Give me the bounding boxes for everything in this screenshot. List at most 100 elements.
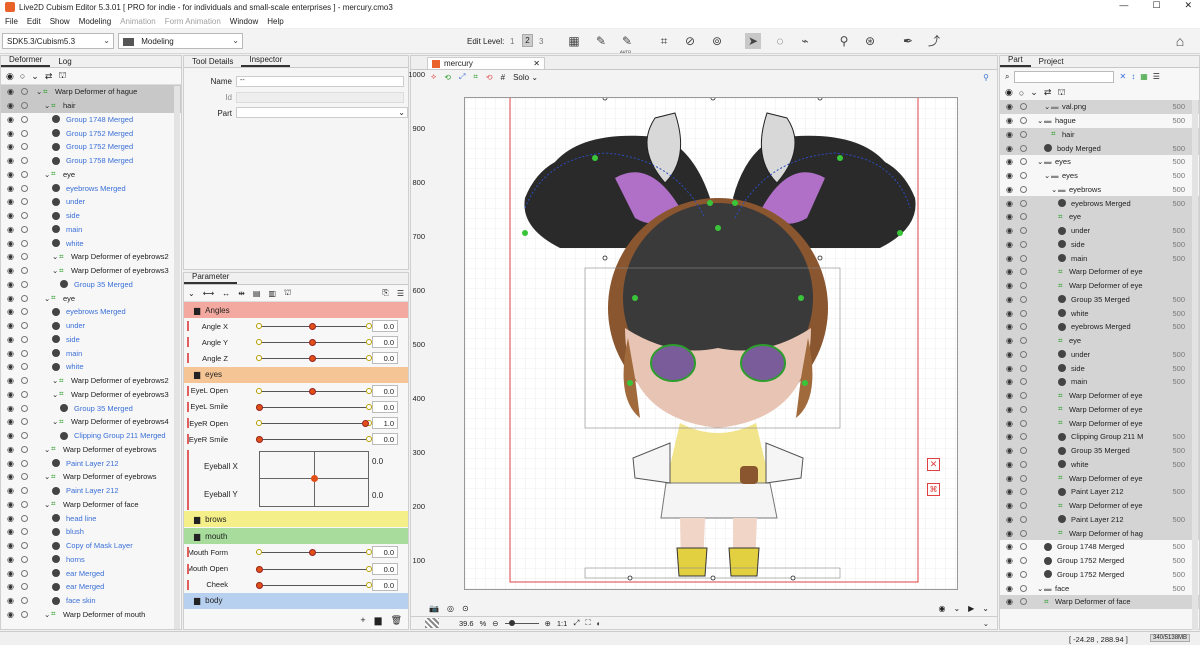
circle-icon[interactable] xyxy=(1020,460,1027,468)
eye-icon[interactable]: ◉ xyxy=(1006,556,1014,565)
eye-icon[interactable]: ◉ xyxy=(1006,267,1014,276)
circle-icon[interactable] xyxy=(1020,282,1027,290)
eye-icon[interactable]: ◉ xyxy=(1006,501,1014,510)
circle-icon[interactable] xyxy=(21,500,28,508)
deformer-row[interactable]: ◉ ⌄ ⌗ Warp Deformer of face xyxy=(1,498,181,512)
circle-icon[interactable] xyxy=(1020,240,1027,248)
maximize-icon[interactable]: ☐ xyxy=(1152,0,1160,11)
eye-icon[interactable]: ◉ xyxy=(7,321,15,330)
tree-lock-icon[interactable]: ⛫ xyxy=(284,288,291,298)
circle-icon[interactable] xyxy=(1020,158,1027,166)
part-select[interactable]: ⌄ xyxy=(236,107,408,118)
zoom-out-icon[interactable]: ⊖ xyxy=(492,619,498,628)
eye-icon[interactable]: ◉ xyxy=(1006,254,1014,263)
record-toggle-icon[interactable]: ◉ xyxy=(938,604,945,613)
rotation-show-icon[interactable]: ⟲ xyxy=(486,73,493,82)
deformer-row[interactable]: ◉ ⌄ ⌗ hair xyxy=(1,98,181,113)
circle-icon[interactable] xyxy=(21,157,28,165)
tree-lock-icon[interactable]: ⛫ xyxy=(1057,87,1065,99)
tab-project[interactable]: Project xyxy=(1031,56,1072,67)
glue-marker-icon[interactable]: ⌘ xyxy=(927,483,940,496)
eye-icon[interactable]: ◉ xyxy=(7,294,15,303)
parameter-group-header[interactable]: ▆ eyes xyxy=(184,366,408,383)
circle-icon[interactable]: ○ xyxy=(20,71,25,81)
chevron-down-icon[interactable]: ⌄ xyxy=(31,71,39,82)
circle-icon[interactable] xyxy=(1020,515,1027,523)
circle-icon[interactable] xyxy=(21,542,28,550)
deformer-row[interactable]: ◉ ⌄ ⌗ Warp Deformer of eyebrows xyxy=(1,443,181,457)
part-row[interactable]: ◉ Paint Layer 212 500 xyxy=(1000,485,1199,499)
part-row[interactable]: ◉ body Merged 500 xyxy=(1000,141,1199,155)
grid-icon[interactable]: ▤ xyxy=(253,289,261,298)
part-row[interactable]: ◉ ⌗ Warp Deformer of eye xyxy=(1000,416,1199,430)
circle-icon[interactable] xyxy=(21,143,28,151)
folder-icon[interactable]: ▆ xyxy=(375,615,382,629)
deformer-row[interactable]: ◉ ⌄ ⌗ eye xyxy=(1,168,181,182)
circle-icon[interactable] xyxy=(21,377,28,385)
deformer-row[interactable]: ◉ Group 35 Merged xyxy=(1,401,181,415)
deformer-scrollbar[interactable] xyxy=(174,86,180,629)
parameter-slider[interactable] xyxy=(256,422,366,424)
eye-icon[interactable]: ◉ xyxy=(7,129,15,138)
circle-icon[interactable] xyxy=(21,487,28,495)
keyform-point[interactable] xyxy=(256,387,262,394)
chevron-down-icon[interactable]: ⌄ xyxy=(44,101,51,110)
part-search-input[interactable] xyxy=(1014,70,1115,83)
circle-icon[interactable] xyxy=(1020,502,1027,510)
eye-icon[interactable]: ◉ xyxy=(7,142,15,151)
chevron-down-icon[interactable]: ⌄ xyxy=(44,170,51,179)
circle-icon[interactable] xyxy=(1020,433,1027,441)
eye-icon[interactable]: ◉ xyxy=(7,307,15,316)
deformer-row[interactable]: ◉ main xyxy=(1,346,181,360)
circle-icon[interactable] xyxy=(1020,529,1027,537)
part-row[interactable]: ◉ Group 35 Merged 500 xyxy=(1000,292,1199,307)
circle-icon[interactable] xyxy=(21,528,28,536)
deformer-row[interactable]: ◉ side xyxy=(1,333,181,347)
deformer-row[interactable]: ◉ Group 35 Merged xyxy=(1,278,181,292)
circle-icon[interactable] xyxy=(1020,185,1027,193)
zoom-in-icon[interactable]: ⊕ xyxy=(545,619,551,628)
circle-icon[interactable] xyxy=(21,418,28,426)
link-icon[interactable]: ⟷ xyxy=(203,289,214,298)
eye-icon[interactable]: ◉ xyxy=(7,555,15,564)
select-arrow-icon[interactable]: ➤ xyxy=(745,33,761,49)
part-row[interactable]: ◉ ⌄ ▬ eyes 500 xyxy=(1000,169,1199,183)
circle-icon[interactable] xyxy=(21,239,28,247)
close-tab-icon[interactable]: ✕ xyxy=(533,59,540,68)
deformer-row[interactable]: ◉ Group 1748 Merged xyxy=(1,113,181,127)
tab-parameter[interactable]: Parameter xyxy=(184,271,238,284)
deformer-row[interactable]: ◉ ⌄ ⌗ Warp Deformer of eyebrows2 xyxy=(1,250,181,264)
parameter-knob[interactable] xyxy=(309,323,316,330)
deformer-row[interactable]: ◉ ⌄ ⌗ Warp Deformer of eyebrows4 xyxy=(1,415,181,429)
eye-icon[interactable]: ◉ xyxy=(1006,460,1014,469)
circle-icon[interactable] xyxy=(21,583,28,591)
eye-icon[interactable]: ◉ xyxy=(1006,157,1014,166)
parameter-knob[interactable] xyxy=(309,355,316,363)
connect-icon[interactable]: ⤴ xyxy=(926,33,942,49)
circle-icon[interactable] xyxy=(1020,227,1027,235)
chevron-down-icon[interactable]: ⌄ xyxy=(36,87,43,96)
part-row[interactable]: ◉ ⌗ eye xyxy=(1000,210,1199,224)
chevron-down-icon[interactable]: ⌄ xyxy=(52,252,59,261)
pin-view-icon[interactable]: ⚲ xyxy=(983,73,989,82)
eye-icon[interactable]: ◉ xyxy=(1006,199,1014,208)
parameter-group-header[interactable]: ▆ mouth xyxy=(184,528,408,545)
part-row[interactable]: ◉ ⌄ ▬ hague 500 xyxy=(1000,114,1199,128)
chevron-down-icon[interactable]: ⌄ xyxy=(1037,157,1044,166)
circle-icon[interactable] xyxy=(1020,392,1027,400)
chevron-down-icon[interactable]: ⌄ xyxy=(188,289,195,298)
eye-icon[interactable]: ◉ xyxy=(7,404,15,413)
eye-icon[interactable]: ◉ xyxy=(1006,487,1014,496)
eye-icon[interactable]: ◉ xyxy=(7,197,15,206)
expand-icon[interactable]: ⤢ xyxy=(459,72,465,82)
circle-icon[interactable] xyxy=(21,404,28,412)
eye-icon[interactable]: ◉ xyxy=(1006,240,1014,249)
mesh-edit-icon[interactable]: ▦ xyxy=(566,33,582,49)
brush-icon[interactable]: ⌁ xyxy=(797,33,813,49)
parameter-knob[interactable] xyxy=(309,549,316,557)
auto-mesh-icon[interactable]: ✎ xyxy=(619,33,635,49)
eye-icon[interactable]: ◉ xyxy=(1006,432,1014,441)
part-row[interactable]: ◉ Group 35 Merged 500 xyxy=(1000,443,1199,458)
parameter-group-header[interactable]: ▆ body xyxy=(184,592,408,609)
circle-icon[interactable] xyxy=(1020,350,1027,358)
